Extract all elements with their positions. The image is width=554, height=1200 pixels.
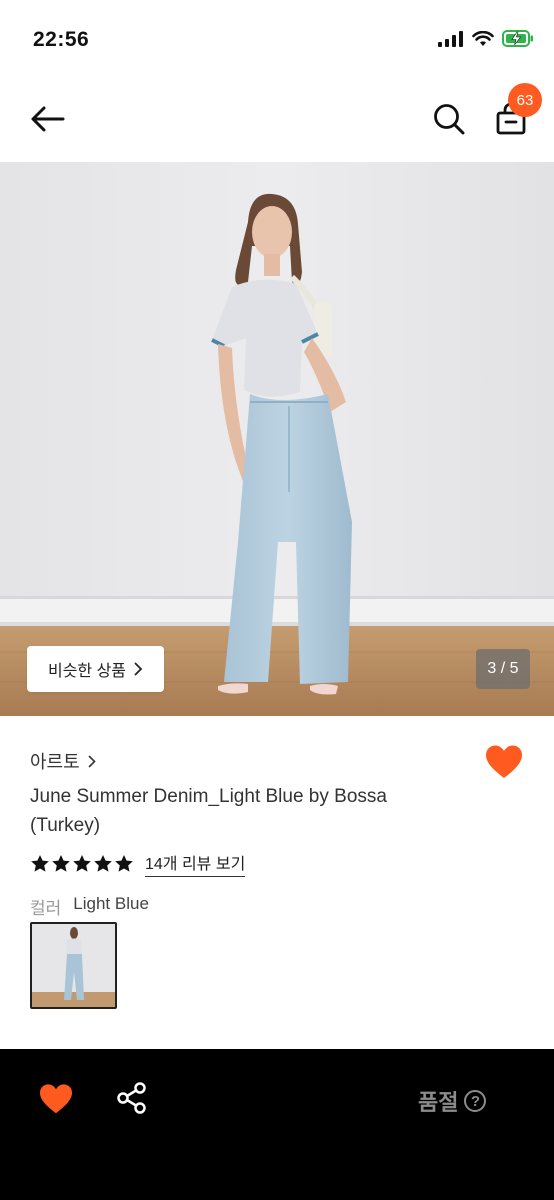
star-icon — [31, 855, 49, 872]
color-value: Light Blue — [73, 894, 149, 913]
status-icons — [438, 30, 534, 47]
share-button[interactable] — [116, 1082, 150, 1116]
wifi-icon — [472, 30, 494, 46]
star-icon — [94, 855, 112, 872]
cart-count-badge: 63 — [508, 83, 542, 117]
heart-icon — [486, 745, 522, 778]
brand-name: 아르토 — [30, 752, 80, 772]
like-button[interactable] — [484, 744, 524, 782]
similar-products-button[interactable]: 비슷한 상품 — [27, 646, 164, 692]
battery-charging-icon — [502, 30, 533, 47]
similar-products-label: 비슷한 상품 — [47, 663, 127, 680]
bottom-action-bar: 품절 ? — [0, 1049, 554, 1200]
color-option-row: 컬러 Light Blue — [30, 894, 149, 919]
chevron-right-icon — [88, 755, 96, 767]
brand-link[interactable]: 아르토 — [30, 748, 96, 774]
star-icon — [52, 855, 70, 872]
search-icon — [434, 104, 465, 135]
signal-icon — [438, 30, 463, 47]
color-swatch-light-blue[interactable] — [30, 922, 117, 1009]
product-image[interactable] — [0, 162, 554, 716]
share-icon — [117, 1082, 146, 1114]
swatch-thumbnail — [32, 924, 115, 1007]
sold-out-label: 품절 — [418, 1090, 459, 1115]
like-button-bottom[interactable] — [38, 1083, 76, 1117]
product-photo-illustration — [0, 162, 554, 716]
color-label: 컬러 — [30, 899, 62, 918]
product-title: June Summer Denim_Light Blue by Bossa (T… — [30, 786, 387, 836]
top-app-bar — [0, 80, 554, 162]
rating-stars — [30, 854, 134, 873]
help-circle-icon[interactable]: ? — [464, 1090, 487, 1112]
star-icon — [73, 855, 91, 872]
back-arrow-icon — [31, 106, 65, 132]
sold-out-status: 품절 ? — [418, 1085, 487, 1117]
chevron-right-icon — [134, 662, 143, 676]
status-time: 22:56 — [33, 28, 90, 51]
back-button[interactable] — [26, 98, 68, 140]
search-button[interactable] — [428, 98, 470, 140]
image-counter: 3 / 5 — [476, 649, 530, 689]
star-icon — [115, 855, 133, 872]
review-link[interactable]: 14개 리뷰 보기 — [145, 850, 246, 877]
rating-row: 14개 리뷰 보기 — [30, 850, 246, 877]
heart-icon — [40, 1084, 72, 1114]
status-bar: 22:56 — [0, 0, 554, 80]
